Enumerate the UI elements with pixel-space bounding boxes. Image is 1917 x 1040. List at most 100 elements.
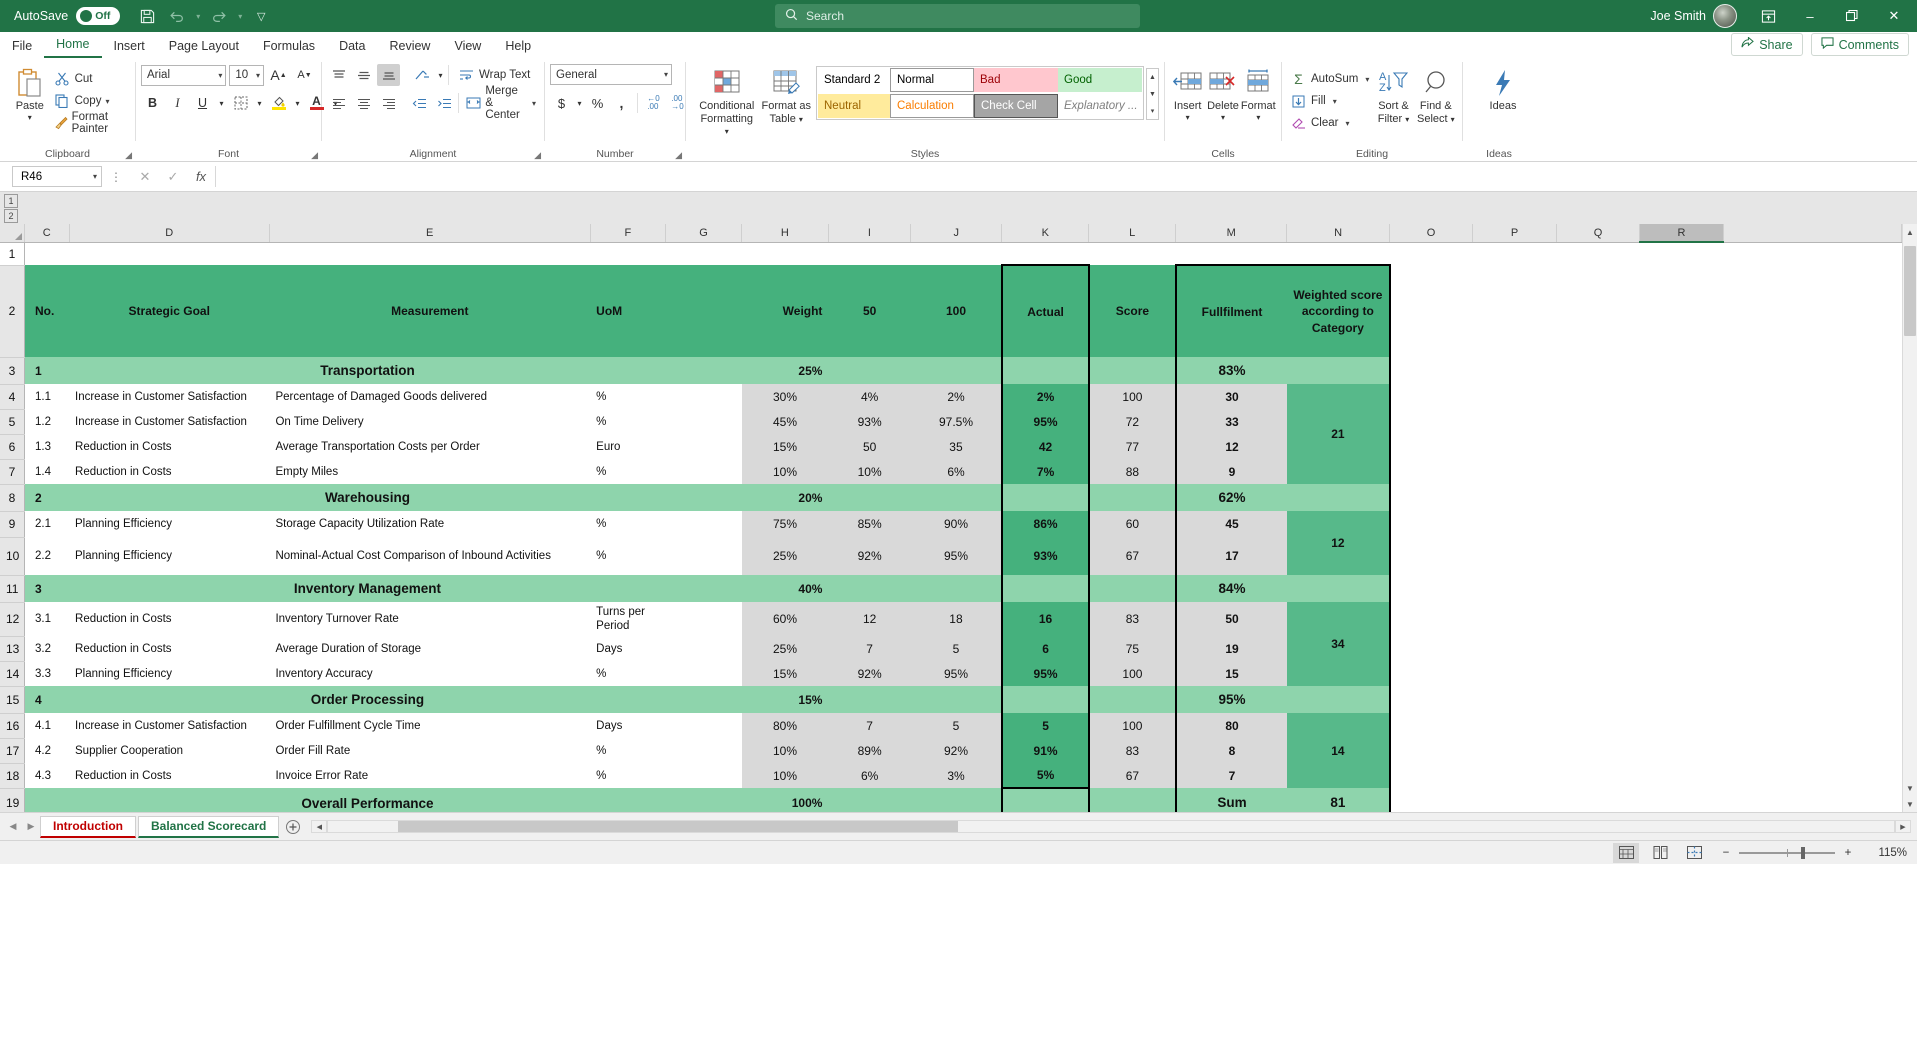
page-layout-view-icon[interactable] [1647,843,1673,863]
increase-font-size-button[interactable]: A▲ [267,64,290,86]
vertical-scroll-thumb[interactable] [1904,246,1916,336]
align-top-button[interactable] [327,64,350,86]
last-sheet-icon[interactable]: ▶ [22,816,40,838]
formula-bar-handle[interactable]: ⋮ [102,170,131,184]
confirm-icon[interactable]: ✓ [159,166,187,187]
cell-Q7[interactable] [1557,459,1641,484]
cell-S11[interactable] [1724,575,1902,602]
cell-style-check-cell[interactable]: Check Cell [974,94,1058,118]
vertical-scrollbar[interactable]: ▲ ▼ ▼ [1902,224,1917,812]
row-header-14[interactable]: 14 [0,661,24,686]
conditional-formatting-button[interactable]: ConditionalFormatting ▾ [697,60,757,162]
cell-O3[interactable] [1390,357,1474,384]
cell-S17[interactable] [1724,738,1902,763]
cell-Q14[interactable] [1557,661,1641,686]
cell-P16[interactable] [1473,713,1557,738]
cell-R8[interactable] [1640,484,1724,511]
format-painter-button[interactable]: Format Painter [51,112,130,134]
cell-R13[interactable] [1640,636,1724,661]
column-header-F[interactable]: F [590,224,666,242]
cell-P15[interactable] [1473,686,1557,713]
italic-button[interactable]: I [166,92,189,114]
paste-chevron-down-icon[interactable]: ▾ [28,113,32,122]
cell-S5[interactable] [1724,409,1902,434]
font-size-select[interactable]: 10 ▾ [229,65,264,86]
column-header-O[interactable]: O [1389,224,1472,242]
column-header-Q[interactable]: Q [1556,224,1639,242]
tab-insert[interactable]: Insert [102,36,157,58]
cell-S3[interactable] [1724,357,1902,384]
formula-input[interactable] [215,166,1913,187]
insert-function-icon[interactable]: fx [187,166,215,187]
cell-Q8[interactable] [1557,484,1641,511]
cell-O8[interactable] [1390,484,1474,511]
styles-more-icon[interactable]: ▾ [1147,102,1158,119]
merge-chevron-down-icon[interactable]: ▾ [532,99,536,108]
cell-S2[interactable] [1724,265,1902,357]
column-header-E[interactable]: E [269,224,590,242]
cell-P17[interactable] [1473,738,1557,763]
cell-Q15[interactable] [1557,686,1641,713]
column-header-R[interactable]: R [1640,224,1723,242]
cell-P4[interactable] [1473,384,1557,409]
row-header-18[interactable]: 18 [0,763,24,788]
cell-S12[interactable] [1724,602,1902,636]
tab-file[interactable]: File [0,36,44,58]
row-header-2[interactable]: 2 [0,265,24,357]
underline-chevron-down-icon[interactable]: ▾ [216,92,227,114]
share-button[interactable]: Share [1731,33,1802,56]
styles-gallery-scroller[interactable]: ▲ ▼ ▾ [1146,68,1159,120]
cell-O2[interactable] [1390,265,1474,357]
fill-color-chevron-down-icon[interactable]: ▾ [292,92,303,114]
row-header-10[interactable]: 10 [0,537,24,575]
wrap-text-button[interactable]: Wrap Text [455,64,533,86]
horizontal-scroll-thumb[interactable] [398,821,958,832]
cell-R17[interactable] [1640,738,1724,763]
cell-R12[interactable] [1640,602,1724,636]
cell-P6[interactable] [1473,434,1557,459]
cell-O13[interactable] [1390,636,1474,661]
scroll-up-icon[interactable]: ▲ [1903,224,1917,240]
font-family-select[interactable]: Arial ▾ [141,65,226,86]
tab-home[interactable]: Home [44,34,101,58]
cell-P7[interactable] [1473,459,1557,484]
undo-icon[interactable] [162,3,192,29]
clear-chevron-down-icon[interactable]: ▾ [1345,119,1349,128]
zoom-in-button[interactable]: + [1841,847,1855,859]
cell-R4[interactable] [1640,384,1724,409]
cell-R9[interactable] [1640,511,1724,537]
autosave-toggle[interactable]: Off [76,7,120,25]
cell-P2[interactable] [1473,265,1557,357]
name-box[interactable]: R46 ▾ [12,166,102,187]
cell-Q19[interactable] [1557,788,1641,812]
cell-style-calculation[interactable]: Calculation [890,94,974,118]
styles-scroll-down-icon[interactable]: ▼ [1147,86,1158,103]
cell-Q18[interactable] [1557,763,1641,788]
column-header-K[interactable]: K [1002,224,1089,242]
column-header-extra[interactable] [1723,224,1901,242]
cell-O16[interactable] [1390,713,1474,738]
orientation-chevron-down-icon[interactable]: ▾ [435,64,446,86]
restore-button[interactable] [1831,0,1873,32]
cell-O19[interactable] [1390,788,1474,812]
page-break-preview-icon[interactable] [1681,843,1707,863]
minimize-button[interactable]: – [1789,0,1831,32]
cell-Q11[interactable] [1557,575,1641,602]
format-as-table-button[interactable]: Format asTable ▾ [757,60,817,162]
sheet-tab-balanced-scorecard[interactable]: Balanced Scorecard [138,816,279,838]
hscroll-right-icon[interactable]: ▶ [1895,820,1911,833]
cell-R19[interactable] [1640,788,1724,812]
cell-R11[interactable] [1640,575,1724,602]
cell-S8[interactable] [1724,484,1902,511]
cell-O12[interactable] [1390,602,1474,636]
cell-style-good[interactable]: Good [1058,68,1142,92]
cell-O10[interactable] [1390,537,1474,575]
cell-S16[interactable] [1724,713,1902,738]
avatar[interactable] [1713,4,1737,28]
cell-O9[interactable] [1390,511,1474,537]
autosum-chevron-down-icon[interactable]: ▾ [1365,75,1369,84]
currency-chevron-down-icon[interactable]: ▾ [574,92,585,114]
column-header-D[interactable]: D [69,224,269,242]
font-dialog-launcher[interactable]: ◢ [311,150,318,161]
redo-icon[interactable] [204,3,234,29]
